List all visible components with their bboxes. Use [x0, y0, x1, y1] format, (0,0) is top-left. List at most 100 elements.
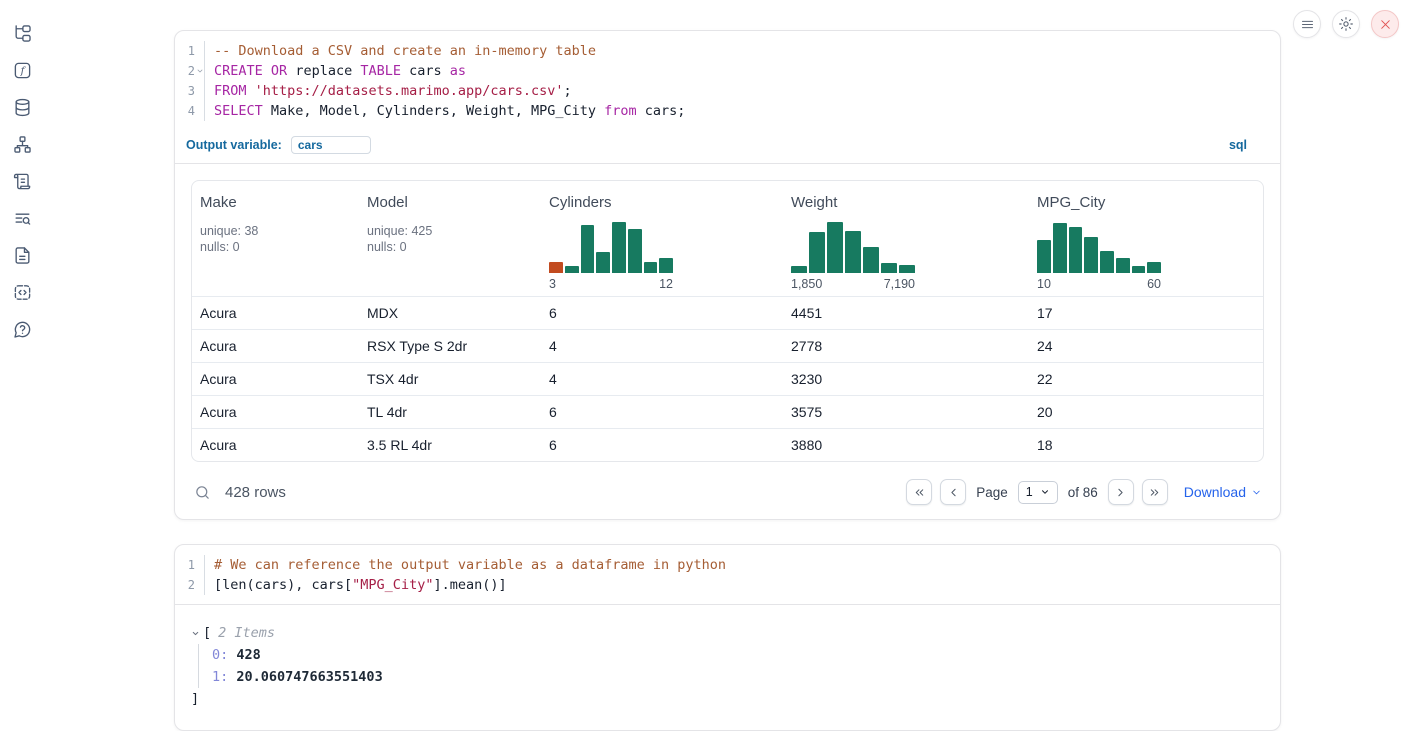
histogram-bar — [827, 222, 843, 273]
histogram-bar — [596, 252, 610, 273]
table-row: AcuraRSX Type S 2dr4277824 — [192, 329, 1263, 362]
python-code-editor[interactable]: 1# We can reference the output variable … — [175, 545, 1280, 604]
sidebar-item-help[interactable] — [12, 319, 32, 339]
histogram-bar — [659, 258, 673, 273]
python-output-tree: [ 2 Items 0: 4281: 20.060747663551403 ] — [175, 605, 1280, 730]
column-header-mpg_city[interactable]: MPG_City 1060 — [1029, 194, 1263, 296]
table-cell: 20 — [1029, 404, 1263, 420]
fold-chevron-icon[interactable] — [196, 67, 204, 75]
histogram-bar — [581, 225, 595, 273]
sidebar-item-scratchpad[interactable] — [12, 171, 32, 191]
column-header-model[interactable]: Modelunique: 425nulls: 0 — [359, 194, 541, 296]
chevron-right-icon — [1114, 486, 1127, 499]
database-icon — [13, 98, 32, 117]
column-label: Cylinders — [549, 194, 783, 211]
line-number: 2 — [175, 575, 205, 595]
tree-entry: 0: 428 — [212, 644, 1264, 666]
tree-items-count: 2 Items — [218, 622, 275, 644]
table-cell: 24 — [1029, 338, 1263, 354]
column-header-weight[interactable]: Weight 1,8507,190 — [783, 194, 1029, 296]
code-block-icon — [13, 283, 32, 302]
column-label: Make — [200, 194, 359, 211]
table-cell: Acura — [192, 404, 359, 420]
histogram-bar — [1147, 262, 1161, 273]
code-line-text: # We can reference the output variable a… — [205, 555, 726, 575]
table-cell: 3575 — [783, 404, 1029, 420]
column-label: Weight — [791, 194, 1029, 211]
menu-button[interactable] — [1293, 10, 1321, 38]
sidebar-item-dependency-graph[interactable] — [12, 134, 32, 154]
search-button[interactable] — [194, 484, 211, 501]
table-cell: Acura — [192, 338, 359, 354]
output-variable-label: Output variable: — [186, 138, 282, 152]
histogram-bar — [791, 266, 807, 273]
close-button[interactable] — [1371, 10, 1399, 38]
line-number: 4 — [175, 101, 205, 121]
first-page-button[interactable] — [906, 479, 932, 505]
table-cell: 4 — [541, 371, 783, 387]
line-number: 1 — [175, 555, 205, 575]
histogram-bar — [863, 247, 879, 273]
next-page-button[interactable] — [1108, 479, 1134, 505]
histogram-bar — [1069, 227, 1083, 273]
sidebar-item-snippets[interactable] — [12, 282, 32, 302]
histogram-bar — [1084, 237, 1098, 273]
page-select-value: 1 — [1026, 485, 1033, 499]
page-select[interactable]: 1 — [1018, 481, 1058, 504]
histogram-bar — [549, 262, 563, 273]
sidebar-item-logs[interactable] — [12, 208, 32, 228]
table-row: Acura3.5 RL 4dr6388018 — [192, 428, 1263, 461]
histogram-bar — [845, 231, 861, 273]
histogram-bar — [1132, 266, 1146, 273]
settings-button[interactable] — [1332, 10, 1360, 38]
sidebar-item-datasources[interactable] — [12, 97, 32, 117]
table-body: AcuraMDX6445117AcuraRSX Type S 2dr427782… — [192, 296, 1263, 461]
sidebar-item-variables[interactable]: f — [12, 60, 32, 80]
histogram-bar — [1116, 258, 1130, 273]
sidebar-item-documentation[interactable] — [12, 245, 32, 265]
close-x-icon — [1379, 18, 1392, 31]
column-header-cylinders[interactable]: Cylinders 312 — [541, 194, 783, 296]
table-cell: 4451 — [783, 305, 1029, 321]
table-header-row: Makeunique: 38nulls: 0Modelunique: 425nu… — [192, 181, 1263, 296]
notebook: 1-- Download a CSV and create an in-memo… — [174, 30, 1281, 731]
chevrons-right-icon — [1148, 486, 1161, 499]
download-button[interactable]: Download — [1184, 484, 1262, 500]
code-line: 4SELECT Make, Model, Cylinders, Weight, … — [175, 101, 1280, 121]
histogram-axis-labels: 1060 — [1037, 277, 1161, 296]
function-square-icon: f — [13, 61, 32, 80]
notebook-cell-python: 1# We can reference the output variable … — [174, 544, 1281, 731]
column-header-make[interactable]: Makeunique: 38nulls: 0 — [192, 194, 359, 296]
table-cell: 2778 — [783, 338, 1029, 354]
gear-icon — [1338, 16, 1354, 32]
histogram-bar — [644, 262, 658, 273]
last-page-button[interactable] — [1142, 479, 1168, 505]
column-label: MPG_City — [1037, 194, 1263, 211]
histogram-bar — [565, 266, 579, 273]
column-stats: unique: 425nulls: 0 — [367, 223, 541, 255]
sql-cell-footer: Output variable: sql — [175, 130, 1280, 163]
sql-code-editor[interactable]: 1-- Download a CSV and create an in-memo… — [175, 31, 1280, 130]
column-histogram: 312 — [549, 220, 673, 296]
histogram-bar — [1037, 240, 1051, 273]
line-number: 3 — [175, 81, 205, 101]
table-cell: TL 4dr — [359, 404, 541, 420]
network-icon — [13, 135, 32, 154]
code-line: 2[len(cars), cars["MPG_City"].mean()] — [175, 575, 1280, 595]
collapse-chevron-icon[interactable] — [191, 629, 200, 638]
table-cell: 3.5 RL 4dr — [359, 437, 541, 453]
histogram-axis-labels: 1,8507,190 — [791, 277, 915, 296]
tree-root-row: [ 2 Items — [191, 622, 1264, 644]
tree-entry: 1: 20.060747663551403 — [212, 666, 1264, 688]
output-variable-input[interactable] — [291, 136, 371, 154]
previous-page-button[interactable] — [940, 479, 966, 505]
sidebar-item-file-tree[interactable] — [12, 23, 32, 43]
search-icon — [194, 484, 211, 501]
histogram-bar — [881, 263, 897, 273]
table-cell: Acura — [192, 371, 359, 387]
language-badge-sql[interactable]: sql — [1229, 138, 1247, 152]
table-cell: 3880 — [783, 437, 1029, 453]
table-cell: 6 — [541, 437, 783, 453]
sidebar: f — [0, 0, 44, 729]
table-cell: 6 — [541, 404, 783, 420]
